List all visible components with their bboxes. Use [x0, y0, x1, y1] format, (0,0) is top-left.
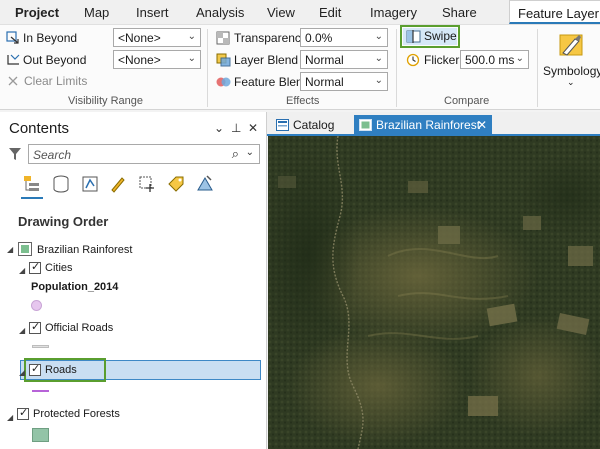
- document-tab-bar: Catalog Brazilian Rainforest ✕: [267, 112, 600, 136]
- layer-blend-dropdown[interactable]: Normal ⌄: [300, 50, 388, 69]
- pin-icon[interactable]: ⊥: [231, 121, 241, 135]
- search-icon: ⌕: [231, 146, 239, 161]
- tab-catalog[interactable]: Catalog: [271, 115, 353, 136]
- layer-name-roads[interactable]: Roads: [45, 364, 77, 376]
- active-view-indicator: [21, 197, 43, 199]
- tab-imagery[interactable]: Imagery: [370, 5, 417, 20]
- list-by-data-source-icon[interactable]: [51, 174, 71, 194]
- out-beyond-dropdown[interactable]: <None> ⌄: [113, 50, 201, 69]
- close-tab-icon[interactable]: ✕: [477, 118, 487, 132]
- tab-map[interactable]: Map: [84, 5, 109, 20]
- tab-brazilian-rainforest[interactable]: Brazilian Rainforest ✕: [354, 115, 492, 136]
- zoom-in-beyond-icon: [6, 31, 19, 44]
- chevron-down-icon: ⌄: [374, 75, 383, 86]
- swipe-icon: [406, 30, 421, 43]
- layer-visibility-checkbox[interactable]: [17, 406, 29, 420]
- official-roads-symbol-icon[interactable]: [32, 345, 49, 348]
- symbology-brush-icon: [559, 34, 583, 56]
- drawing-order-heading: Drawing Order: [18, 214, 109, 229]
- list-by-perspective-imagery-icon[interactable]: [195, 174, 215, 194]
- collapse-layer-toggle[interactable]: ◢: [19, 266, 25, 275]
- filter-icon[interactable]: [9, 147, 21, 161]
- feature-blend-label: Feature Blend: [234, 75, 310, 89]
- in-beyond-dropdown[interactable]: <None> ⌄: [113, 28, 201, 47]
- group-divider: [537, 29, 538, 107]
- clear-limits-icon: [8, 76, 18, 86]
- chevron-down-icon: ⌄: [187, 53, 196, 64]
- collapse-map-toggle[interactable]: ◢: [7, 245, 13, 254]
- chevron-down-icon: ⌄: [374, 53, 383, 64]
- transparency-input[interactable]: 0.0% ⌄: [300, 28, 388, 47]
- ribbon: In Beyond <None> ⌄ Out Beyond <None> ⌄ Cle…: [0, 24, 600, 110]
- swipe-button[interactable]: Swipe: [403, 28, 457, 45]
- tab-feature-layer[interactable]: Feature Layer: [509, 0, 600, 24]
- search-input[interactable]: Search ⌕ ⌄: [28, 144, 260, 164]
- pane-options-icon[interactable]: ⌄: [214, 121, 224, 135]
- transparency-icon: [216, 31, 230, 45]
- feature-blend-icon: [216, 77, 231, 87]
- layer-visibility-checkbox[interactable]: [29, 362, 41, 376]
- map-view[interactable]: [268, 136, 600, 449]
- roads-symbol-icon[interactable]: [32, 390, 49, 392]
- list-by-drawing-order-icon[interactable]: [22, 174, 42, 194]
- layer-name-official-roads[interactable]: Official Roads: [45, 322, 113, 334]
- tab-share[interactable]: Share: [442, 5, 477, 20]
- contents-title: Contents: [9, 120, 70, 137]
- list-by-snapping-icon[interactable]: [137, 174, 157, 194]
- tab-edit[interactable]: Edit: [319, 5, 341, 20]
- collapse-layer-toggle[interactable]: ◢: [19, 368, 25, 377]
- layer-visibility-checkbox[interactable]: [29, 260, 41, 274]
- list-by-labeling-icon[interactable]: [166, 174, 186, 194]
- flicker-rate-input[interactable]: 500.0 ms ⌄: [460, 50, 529, 69]
- out-beyond-label: Out Beyond: [23, 53, 87, 67]
- effects-group-label: Effects: [286, 95, 320, 107]
- map-name[interactable]: Brazilian Rainforest: [37, 244, 132, 256]
- feature-blend-dropdown[interactable]: Normal ⌄: [300, 72, 388, 91]
- zoom-out-beyond-icon: [7, 54, 20, 65]
- ribbon-tab-bar: Project Map Insert Analysis View Edit Im…: [0, 0, 600, 24]
- chevron-down-icon: ⌄: [245, 147, 254, 158]
- layer-blend-label: Layer Blend: [234, 53, 299, 67]
- group-divider: [396, 29, 397, 107]
- visibility-range-group-label: Visibility Range: [68, 95, 144, 107]
- list-by-editing-icon[interactable]: [108, 174, 128, 194]
- in-beyond-label: In Beyond: [23, 31, 78, 45]
- symbology-button[interactable]: Symbology ⌄: [541, 27, 600, 101]
- tab-view[interactable]: View: [267, 5, 295, 20]
- layer-blend-icon: [216, 53, 231, 67]
- flicker-icon: [406, 53, 420, 67]
- chevron-down-icon: ⌄: [374, 31, 383, 42]
- layer-name-protected-forests[interactable]: Protected Forests: [33, 408, 120, 420]
- collapse-layer-toggle[interactable]: ◢: [7, 413, 13, 422]
- tab-insert[interactable]: Insert: [136, 5, 169, 20]
- collapse-layer-toggle[interactable]: ◢: [19, 326, 25, 335]
- layer-name-cities[interactable]: Cities: [45, 262, 73, 274]
- tab-project[interactable]: Project: [15, 5, 59, 20]
- chevron-down-icon: ⌄: [187, 31, 196, 42]
- satellite-imagery: [268, 136, 600, 449]
- list-by-selection-icon[interactable]: [80, 174, 100, 194]
- group-divider: [207, 29, 208, 107]
- contents-pane: Contents ⌄ ⊥ ✕ Search ⌕ ⌄ Drawing Order …: [0, 112, 267, 449]
- tab-analysis[interactable]: Analysis: [196, 5, 244, 20]
- compare-group-label: Compare: [444, 95, 490, 107]
- transparency-label: Transparency: [234, 31, 307, 45]
- layer-visibility-checkbox[interactable]: [29, 320, 41, 334]
- clear-limits-button[interactable]: Clear Limits: [24, 74, 87, 88]
- legend-field-label: Population_2014: [31, 281, 119, 293]
- protected-forests-symbol-icon[interactable]: [32, 428, 49, 442]
- catalog-icon: [276, 119, 289, 131]
- flicker-label: Flicker: [424, 53, 460, 67]
- cities-symbol-icon[interactable]: [31, 300, 42, 311]
- map-icon: [359, 119, 372, 131]
- chevron-down-icon: ⌄: [515, 53, 524, 64]
- close-icon[interactable]: ✕: [248, 121, 258, 135]
- chevron-down-icon: ⌄: [567, 77, 575, 87]
- map-icon: [18, 242, 32, 256]
